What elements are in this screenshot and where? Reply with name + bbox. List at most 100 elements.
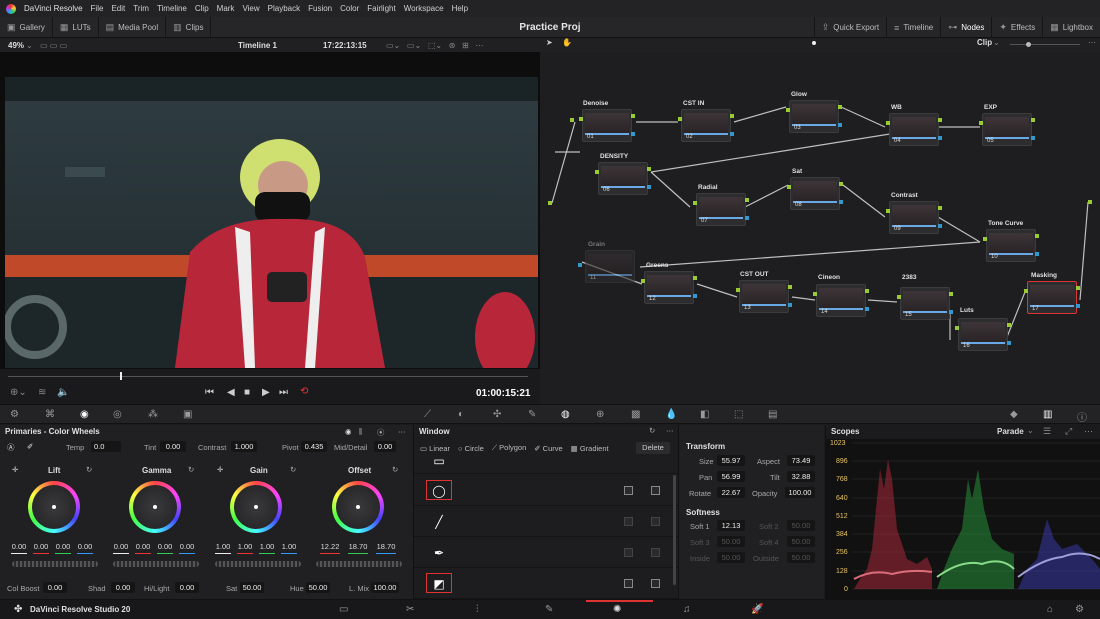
edit-page-icon[interactable]: ⫶	[476, 604, 479, 615]
add-circle-button[interactable]: ○ Circle	[458, 444, 484, 453]
gain-b[interactable]: 1.00	[280, 542, 298, 551]
gain-master-wheel[interactable]	[215, 561, 301, 567]
more-options-icon[interactable]: ⋯	[1088, 38, 1096, 47]
lift-b[interactable]: 0.00	[76, 542, 94, 551]
playhead[interactable]	[120, 372, 122, 380]
node-03[interactable]: 03	[786, 100, 842, 133]
node-10[interactable]: 10	[983, 229, 1039, 262]
node-graph[interactable]: Denoise 01 CST IN 02 Glow 03 WB 04 EXP 0…	[540, 52, 1100, 404]
node-09[interactable]: 09	[886, 201, 942, 234]
node-14[interactable]: 14	[813, 284, 869, 317]
gamma-wheel-center[interactable]	[153, 505, 157, 509]
node-12[interactable]: 12	[641, 271, 697, 304]
gamma-y[interactable]: 0.00	[112, 542, 130, 551]
window-row-circle[interactable]: ◯	[414, 475, 679, 506]
media-pool-button[interactable]: ▤ Media Pool	[99, 17, 167, 37]
timeline-button[interactable]: ≡ Timeline	[886, 17, 940, 38]
menu-color[interactable]: Color	[336, 4, 363, 13]
bars-mode-icon[interactable]: ⫼	[359, 427, 362, 437]
sizing-icon[interactable]: ⬚	[734, 409, 743, 420]
node-16[interactable]: 16	[955, 318, 1011, 351]
reset-icon[interactable]: ◉	[345, 427, 352, 436]
soft1-field[interactable]: 12.13	[717, 520, 745, 531]
motion-effects-icon[interactable]: ▣	[183, 409, 192, 420]
more-options-icon[interactable]: ⋯	[666, 426, 674, 435]
more-options-icon[interactable]: ⋯	[398, 427, 406, 436]
node-04[interactable]: 04	[886, 113, 942, 146]
effects-button[interactable]: ✦ Effects	[991, 17, 1042, 38]
menu-mark[interactable]: Mark	[213, 4, 239, 13]
stop-icon[interactable]: ■	[244, 387, 250, 398]
menu-workspace[interactable]: Workspace	[400, 4, 448, 13]
home-icon[interactable]: ⌂	[1047, 604, 1053, 615]
window-row-gradient[interactable]: ◩	[414, 568, 679, 599]
hue-field[interactable]: 50.00	[306, 582, 330, 593]
menu-playback[interactable]: Playback	[264, 4, 304, 13]
offset-b[interactable]: 18.70	[374, 542, 398, 551]
video-frame[interactable]	[5, 77, 538, 368]
gain-wheel-center[interactable]	[254, 505, 258, 509]
contrast-field[interactable]: 1.000	[231, 441, 257, 452]
add-gradient-button[interactable]: ▦ Gradient	[571, 444, 609, 453]
zoom-slider[interactable]	[1010, 44, 1080, 45]
timeline-select[interactable]: Timeline 1	[238, 41, 277, 50]
window-scrollbar[interactable]	[673, 475, 676, 585]
fairlight-page-icon[interactable]: ♫	[683, 604, 691, 615]
viewer-mode-icon[interactable]: ▭ ▭ ▭	[40, 41, 67, 50]
soft2-field[interactable]: 50.00	[787, 520, 815, 531]
lift-reset-icon[interactable]: ↻	[86, 465, 92, 474]
menu-help[interactable]: Help	[448, 4, 472, 13]
menu-view[interactable]: View	[238, 4, 263, 13]
inside-field[interactable]: 50.00	[717, 552, 745, 563]
picker-icon[interactable]: ✐	[27, 442, 33, 451]
scope-settings-icon[interactable]: ☰	[1043, 426, 1051, 437]
luts-button[interactable]: ▦ LUTs	[53, 17, 99, 37]
aspect-field[interactable]: 73.49	[787, 455, 815, 466]
scopes-tab-icon[interactable]: ▥	[1043, 409, 1052, 420]
gamma-b[interactable]: 0.00	[178, 542, 196, 551]
lift-picker-icon[interactable]: ✛	[12, 465, 18, 474]
media-page-icon[interactable]: ▭	[339, 604, 348, 615]
lmix-field[interactable]: 100.00	[371, 582, 399, 593]
log-mode-icon[interactable]: ⦿	[377, 427, 385, 438]
color-wheels-icon[interactable]: ◉	[80, 409, 89, 420]
node-05[interactable]: 05	[979, 113, 1035, 146]
tint-field[interactable]: 0.00	[160, 441, 186, 452]
temp-field[interactable]: 0.0	[91, 441, 121, 452]
keyframe-icon[interactable]: ◆	[1010, 409, 1018, 420]
gain-r[interactable]: 1.00	[236, 542, 254, 551]
expand-icon[interactable]: ⤢	[1065, 426, 1072, 437]
gamma-r[interactable]: 0.00	[134, 542, 152, 551]
pivot-field[interactable]: 0.435	[301, 441, 327, 452]
middetail-field[interactable]: 0.00	[374, 441, 396, 452]
node-15[interactable]: 15	[897, 287, 953, 320]
volume-icon[interactable]: 🔈	[57, 387, 69, 398]
gain-wheel[interactable]	[230, 481, 282, 533]
offset-r[interactable]: 12.22	[318, 542, 342, 551]
offset-g[interactable]: 18.70	[346, 542, 370, 551]
window-tab-icon[interactable]: ◍	[561, 409, 570, 420]
eyedropper-icon[interactable]: ✎	[528, 409, 536, 420]
loop-icon[interactable]: ⟲	[300, 386, 308, 397]
menu-fairlight[interactable]: Fairlight	[363, 4, 399, 13]
window-row-linear[interactable]: ╱	[414, 506, 679, 537]
colboost-field[interactable]: 0.00	[43, 582, 67, 593]
window-invert-toggle[interactable]	[624, 486, 633, 495]
soft3-field[interactable]: 50.00	[717, 536, 745, 547]
fusion-page-icon[interactable]: ✎	[545, 604, 553, 615]
window-row-top[interactable]: ▭	[414, 454, 679, 474]
gamma-wheel[interactable]	[129, 481, 181, 533]
offset-wheel[interactable]	[332, 481, 384, 533]
zoom-select[interactable]: 49%	[8, 41, 24, 50]
window-enable-toggle[interactable]	[651, 517, 660, 526]
gain-y[interactable]: 1.00	[214, 542, 232, 551]
gamma-master-wheel[interactable]	[113, 561, 199, 567]
outside-field[interactable]: 50.00	[787, 552, 815, 563]
node-06[interactable]: 06	[595, 162, 651, 195]
reset-icon[interactable]: ↻	[649, 426, 655, 435]
tilt-field[interactable]: 32.88	[787, 471, 815, 482]
node-08[interactable]: 08	[787, 177, 843, 210]
lightbox-button[interactable]: ▦ Lightbox	[1042, 17, 1100, 38]
settings-gear-icon[interactable]: ⚙	[1075, 604, 1084, 615]
node-13[interactable]: 13	[736, 280, 792, 313]
